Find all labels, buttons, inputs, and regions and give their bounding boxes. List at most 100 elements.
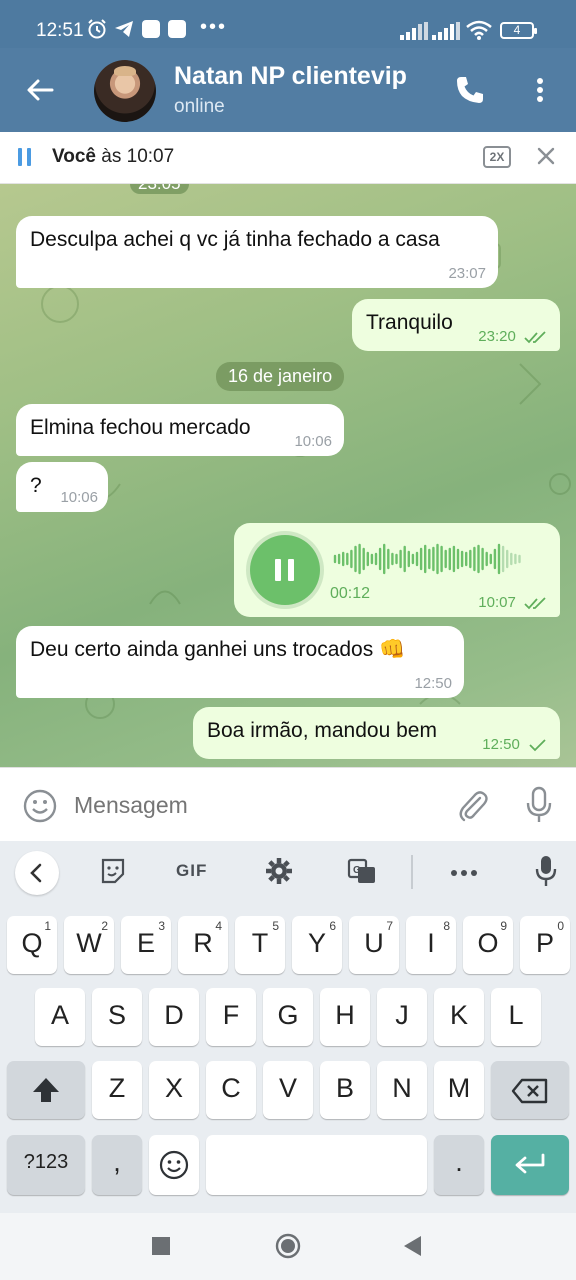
contact-name[interactable]: Natan NP clientevip <box>174 62 407 91</box>
back-triangle-icon[interactable] <box>402 1235 422 1257</box>
message-time: 23:07 <box>448 265 486 282</box>
message-input-bar <box>0 767 576 841</box>
battery-level: 4 <box>513 23 521 37</box>
shift-key[interactable] <box>7 1061 85 1119</box>
attach-icon[interactable] <box>456 788 490 824</box>
message-text: Boa irmão, mandou bem <box>207 719 437 742</box>
message-text: Deu certo ainda ganhei uns trocados 👊 <box>30 638 406 661</box>
key-u[interactable]: U7 <box>349 916 399 974</box>
double-check-icon <box>524 331 546 344</box>
period-key[interactable]: . <box>434 1135 484 1195</box>
shift-icon <box>33 1078 59 1102</box>
toolbar-divider <box>411 855 413 889</box>
pause-icon[interactable] <box>18 148 32 166</box>
key-a[interactable]: A <box>35 988 85 1046</box>
key-i[interactable]: I8 <box>406 916 456 974</box>
key-o[interactable]: O9 <box>463 916 513 974</box>
key-h[interactable]: H <box>320 988 370 1046</box>
more-dots-icon: ••• <box>200 16 228 38</box>
key-s[interactable]: S <box>92 988 142 1046</box>
voice-message[interactable]: 00:12 10:07 <box>234 523 560 617</box>
alarm-icon <box>88 19 106 39</box>
check-icon <box>529 739 546 752</box>
message-time: 10:07 <box>478 594 516 611</box>
key-n[interactable]: N <box>377 1061 427 1119</box>
comma-key[interactable]: , <box>92 1135 142 1195</box>
keyboard: GIF G Q1 W2 E3 R4 T5 Y6 U7 I8 O9 P0 A S … <box>0 841 576 1213</box>
key-x[interactable]: X <box>149 1061 199 1119</box>
chevron-left-icon[interactable] <box>15 851 59 895</box>
key-b[interactable]: B <box>320 1061 370 1119</box>
key-q[interactable]: Q1 <box>7 916 57 974</box>
key-m[interactable]: M <box>434 1061 484 1119</box>
player-time: às 10:07 <box>101 146 175 167</box>
key-e[interactable]: E3 <box>121 916 171 974</box>
message-out[interactable]: Tranquilo 23:20 <box>352 299 560 351</box>
message-text: Desculpa achei q vc já tinha fechado a c… <box>30 228 440 251</box>
message-in[interactable]: ? 10:06 <box>16 462 108 512</box>
contact-status: online <box>174 96 225 117</box>
keyboard-toolbar: GIF G <box>0 841 576 905</box>
player-info: Você às 10:07 <box>52 146 174 168</box>
message-text: Elmina fechou mercado <box>30 416 251 439</box>
message-in[interactable]: Deu certo ainda ganhei uns trocados 👊 12… <box>16 626 464 698</box>
avatar[interactable] <box>94 60 156 122</box>
close-icon[interactable] <box>536 146 556 166</box>
key-c[interactable]: C <box>206 1061 256 1119</box>
message-time: 10:06 <box>60 489 98 506</box>
key-p[interactable]: P0 <box>520 916 570 974</box>
microphone-icon[interactable] <box>526 786 552 824</box>
more-dots-icon[interactable] <box>450 869 478 877</box>
app-icon <box>168 20 186 38</box>
date-pill: 16 de janeiro <box>216 362 345 391</box>
pause-voice-button[interactable] <box>250 535 320 605</box>
phone-icon[interactable] <box>454 74 486 106</box>
audio-player-bar[interactable]: Você às 10:07 2X <box>0 132 576 184</box>
home-icon[interactable] <box>275 1233 301 1259</box>
message-time: 10:06 <box>294 433 332 450</box>
back-arrow-icon[interactable] <box>24 74 56 106</box>
message-out[interactable]: Boa irmão, mandou bem 12:50 <box>193 707 560 759</box>
key-g[interactable]: G <box>263 988 313 1046</box>
status-bar: 12:51 ••• 4 <box>0 0 576 48</box>
key-t[interactable]: T5 <box>235 916 285 974</box>
emoji-key[interactable] <box>149 1135 199 1195</box>
message-in[interactable]: Desculpa achei q vc já tinha fechado a c… <box>16 216 498 288</box>
translate-icon[interactable]: G <box>347 857 377 885</box>
key-f[interactable]: F <box>206 988 256 1046</box>
key-r[interactable]: R4 <box>178 916 228 974</box>
key-z[interactable]: Z <box>92 1061 142 1119</box>
key-k[interactable]: K <box>434 988 484 1046</box>
backspace-key[interactable] <box>491 1061 569 1119</box>
enter-key[interactable] <box>491 1135 569 1195</box>
playback-speed-button[interactable]: 2X <box>483 146 511 168</box>
microphone-icon[interactable] <box>535 855 557 887</box>
key-j[interactable]: J <box>377 988 427 1046</box>
message-input[interactable] <box>74 792 434 819</box>
message-in[interactable]: Elmina fechou mercado 10:06 <box>16 404 344 456</box>
emoji-icon[interactable] <box>22 788 58 824</box>
waveform <box>333 543 521 575</box>
telegram-icon <box>115 21 133 37</box>
recents-icon[interactable] <box>152 1237 170 1255</box>
double-check-icon <box>524 597 546 610</box>
message-text: ? <box>30 474 42 497</box>
space-key[interactable] <box>206 1135 427 1195</box>
more-vert-icon[interactable] <box>528 74 552 106</box>
gif-button[interactable]: GIF <box>176 861 207 881</box>
backspace-icon <box>511 1078 548 1104</box>
key-w[interactable]: W2 <box>64 916 114 974</box>
chat-area[interactable]: 23:05 Desculpa achei q vc já tinha fecha… <box>0 184 576 767</box>
key-y[interactable]: Y6 <box>292 916 342 974</box>
message-time: 12:50 <box>482 736 520 753</box>
app-icon <box>142 20 160 38</box>
key-d[interactable]: D <box>149 988 199 1046</box>
sticker-icon[interactable] <box>100 857 126 885</box>
chat-header: Natan NP clientevip online <box>0 48 576 132</box>
gear-icon[interactable] <box>265 857 293 885</box>
date-pill: 23:05 <box>130 184 189 194</box>
message-time: 23:20 <box>478 328 516 345</box>
key-l[interactable]: L <box>491 988 541 1046</box>
key-v[interactable]: V <box>263 1061 313 1119</box>
numbers-key[interactable]: ?123 <box>7 1135 85 1195</box>
